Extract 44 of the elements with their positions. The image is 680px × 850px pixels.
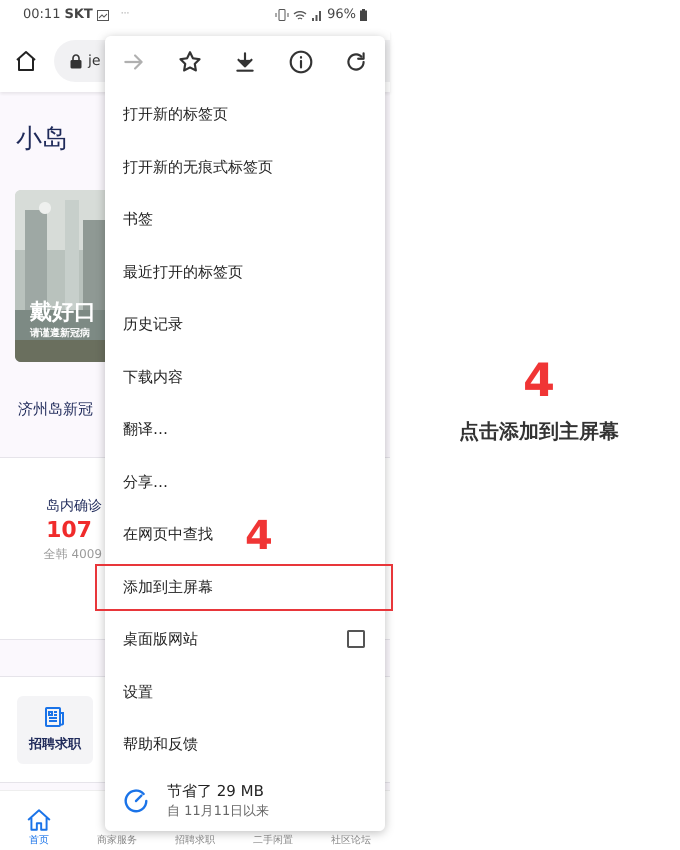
menu-item[interactable]: 最近打开的标签页 [123,260,243,283]
menu-item[interactable]: 历史记录 [123,313,183,336]
info-icon[interactable] [288,49,314,75]
step-caption: 点击添加到主屏幕 [459,418,619,445]
newspaper-icon [43,704,67,729]
banner-headline: 戴好口 [30,300,96,326]
menu-item[interactable]: 添加到主屏幕 [123,576,213,598]
banner-subline: 请谨遵新冠病 [30,326,91,341]
stat-label: 岛内确诊 [46,497,102,516]
menu-item[interactable]: 在网页中查找 [123,523,213,546]
step-number: 4 [245,512,273,560]
menu-item[interactable]: 帮助和反馈 [123,733,198,756]
home-icon [26,807,52,833]
menu-item[interactable]: 打开新的无痕式标签页 [123,156,273,178]
image-icon [96,10,109,20]
gauge-icon [123,788,149,814]
checkbox[interactable] [347,630,365,648]
savings-title: 节省了 29 MB [167,780,265,802]
stat-subtext: 全韩 4009 [44,546,102,563]
menu-item[interactable]: 下载内容 [123,366,183,388]
menu-item[interactable]: 打开新的标签页 [123,103,228,126]
status-time: 00:11 [23,6,60,24]
vibrate-icon [275,9,290,21]
wifi-icon [293,9,308,21]
menu-item[interactable]: 翻译… [123,418,168,440]
battery-level: 96% [327,6,356,24]
service-card[interactable]: 招聘求职 [17,696,93,764]
step-number: 4 [522,352,555,408]
menu-item[interactable]: 书签 [123,208,153,230]
home-icon[interactable] [14,49,38,73]
site-title: 小岛 [16,124,68,154]
lock-icon [70,54,82,68]
nav-tab[interactable]: 首页 [0,791,78,850]
signal-icon [311,9,324,21]
menu-item[interactable]: 分享… [123,470,168,493]
more-notifications: ··· [120,8,130,22]
url-text: je [88,52,101,70]
menu-item[interactable]: 设置 [123,680,153,703]
stat-value: 107 [46,517,92,545]
menu-item[interactable]: 桌面版网站 [123,628,198,650]
battery-icon [360,9,367,21]
news-headline[interactable]: 济州岛新冠 [18,398,93,421]
savings-subtitle: 自 11月11日以来 [167,803,270,822]
carrier-name: SKT [64,6,93,24]
